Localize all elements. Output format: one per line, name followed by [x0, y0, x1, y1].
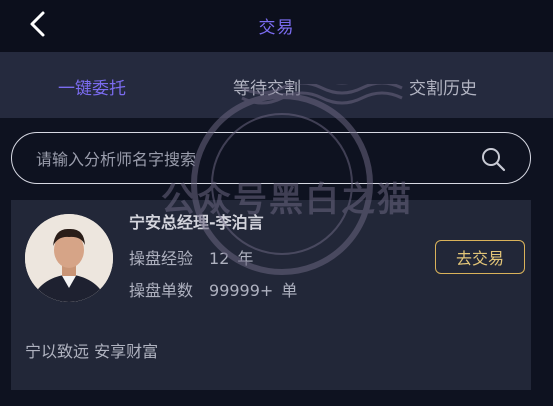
experience-value: 12	[209, 249, 230, 268]
orders-value: 99999+	[209, 281, 274, 300]
analyst-motto: 宁以致远 安享财富	[25, 342, 159, 361]
orders-unit: 单	[281, 281, 298, 300]
search-bar	[11, 132, 531, 184]
tab-pending-settlement[interactable]: 等待交割	[233, 74, 301, 99]
analyst-card[interactable]: 宁安总经理-李泊言 操盘经验 12 年 操盘单数 99999+ 单 去交易 宁以致远 安…	[11, 200, 531, 390]
search-input[interactable]	[34, 145, 458, 173]
go-trade-button[interactable]: 去交易	[435, 240, 525, 274]
experience-unit: 年	[237, 249, 254, 268]
search-icon[interactable]	[480, 146, 506, 172]
analyst-name: 宁安总经理-李泊言	[129, 213, 264, 232]
tab-bar: 一键委托 等待交割 交割历史	[0, 52, 553, 118]
orders-label: 操盘单数	[129, 281, 194, 300]
top-bar: 交易	[0, 0, 553, 52]
tab-one-click-order[interactable]: 一键委托	[58, 74, 126, 99]
experience-label: 操盘经验	[129, 249, 194, 268]
orders-stat: 操盘单数 99999+ 单	[129, 277, 297, 301]
page-title: 交易	[258, 18, 295, 38]
tab-settlement-history[interactable]: 交割历史	[409, 74, 477, 99]
avatar	[25, 214, 113, 302]
experience-stat: 操盘经验 12 年	[129, 245, 253, 269]
